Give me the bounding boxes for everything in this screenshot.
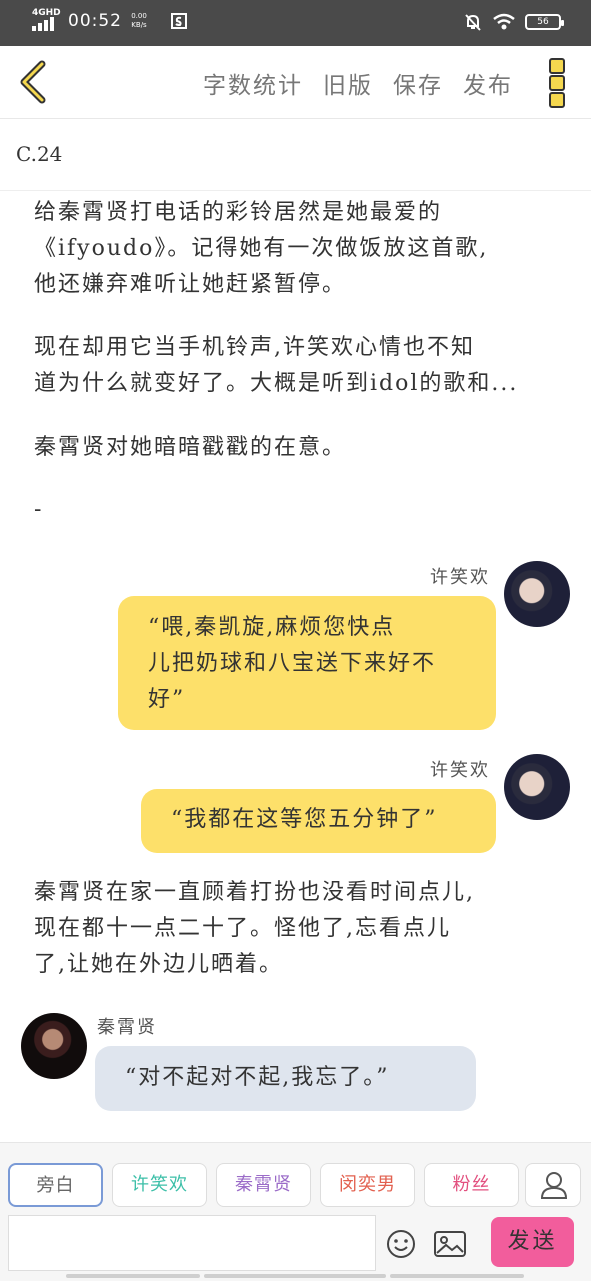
- word-count-button[interactable]: 字数统计: [203, 66, 303, 100]
- divider: [0, 190, 591, 191]
- image-icon[interactable]: [434, 1231, 466, 1257]
- back-icon[interactable]: [14, 60, 54, 104]
- narration-paragraph[interactable]: 秦霄贤对她暗暗戳戳的在意。: [34, 430, 554, 466]
- scroll-indicator: [390, 1274, 524, 1278]
- role-chip-narration[interactable]: 旁白: [8, 1163, 103, 1207]
- narration-paragraph[interactable]: 秦霄贤在家一直顾着打扮也没看时间点儿, 现在都十一点二十了。怪他了,忘看点儿 了…: [34, 875, 554, 983]
- dialogue-bubble[interactable]: “对不起对不起,我忘了。”: [95, 1046, 476, 1111]
- status-bar: 4GHD 00:52 0.00 KB/s 56: [0, 0, 591, 46]
- role-selector: 旁白 许笑欢 秦霄贤 闵奕男 粉丝 从: [8, 1163, 528, 1207]
- network-speed: 0.00 KB/s: [131, 12, 147, 29]
- avatar[interactable]: [504, 561, 570, 627]
- dialogue-bubble[interactable]: “我都在这等您五分钟了”: [141, 789, 496, 853]
- editor-toolbar: 字数统计 旧版 保存 发布: [0, 46, 591, 119]
- scroll-indicator: [204, 1274, 386, 1278]
- clock: 00:52: [68, 11, 122, 31]
- more-menu-icon[interactable]: [549, 58, 567, 108]
- speaker-name: 许笑欢: [430, 567, 490, 588]
- add-role-button[interactable]: [525, 1163, 581, 1207]
- wifi-icon: [493, 13, 515, 30]
- role-chip-qin-xiaoxian[interactable]: 秦霄贤: [216, 1163, 311, 1207]
- avatar[interactable]: [21, 1013, 87, 1079]
- user-icon: [540, 1172, 568, 1199]
- narration-paragraph[interactable]: 给秦霄贤打电话的彩铃居然是她最爱的 《ifyoudo》。记得她有一次做饭放这首歌…: [34, 195, 554, 303]
- old-version-button[interactable]: 旧版: [323, 66, 373, 100]
- save-button[interactable]: 保存: [393, 66, 443, 100]
- cell-signal-icon: 4GHD: [32, 8, 62, 34]
- emoji-icon[interactable]: [386, 1229, 416, 1259]
- speaker-name: 秦霄贤: [97, 1017, 157, 1038]
- avatar[interactable]: [504, 754, 570, 820]
- composer-bar: 旁白 许笑欢 秦霄贤 闵奕男 粉丝 从 发送: [0, 1142, 591, 1281]
- role-chip-fans[interactable]: 粉丝: [424, 1163, 519, 1207]
- narration-paragraph[interactable]: 现在却用它当手机铃声,许笑欢心情也不知 道为什么就变好了。大概是听到idol的歌…: [34, 330, 554, 402]
- send-button[interactable]: 发送: [491, 1217, 574, 1267]
- role-chip-xu-xiaohuan[interactable]: 许笑欢: [112, 1163, 207, 1207]
- chapter-title[interactable]: C.24: [16, 142, 62, 166]
- mute-icon: [465, 14, 481, 31]
- battery-icon: 56: [525, 14, 564, 30]
- message-input[interactable]: [8, 1215, 376, 1271]
- role-chip-min-yinan[interactable]: 闵奕男: [320, 1163, 415, 1207]
- narration-paragraph[interactable]: -: [34, 492, 554, 528]
- dialogue-bubble[interactable]: “喂,秦凯旋,麻烦您快点 儿把奶球和八宝送下来好不 好”: [118, 596, 496, 730]
- publish-button[interactable]: 发布: [463, 66, 513, 100]
- battery-level: 56: [537, 17, 549, 27]
- scroll-indicator: [66, 1274, 200, 1278]
- speaker-name: 许笑欢: [430, 760, 490, 781]
- app-notification-icon: [171, 13, 187, 29]
